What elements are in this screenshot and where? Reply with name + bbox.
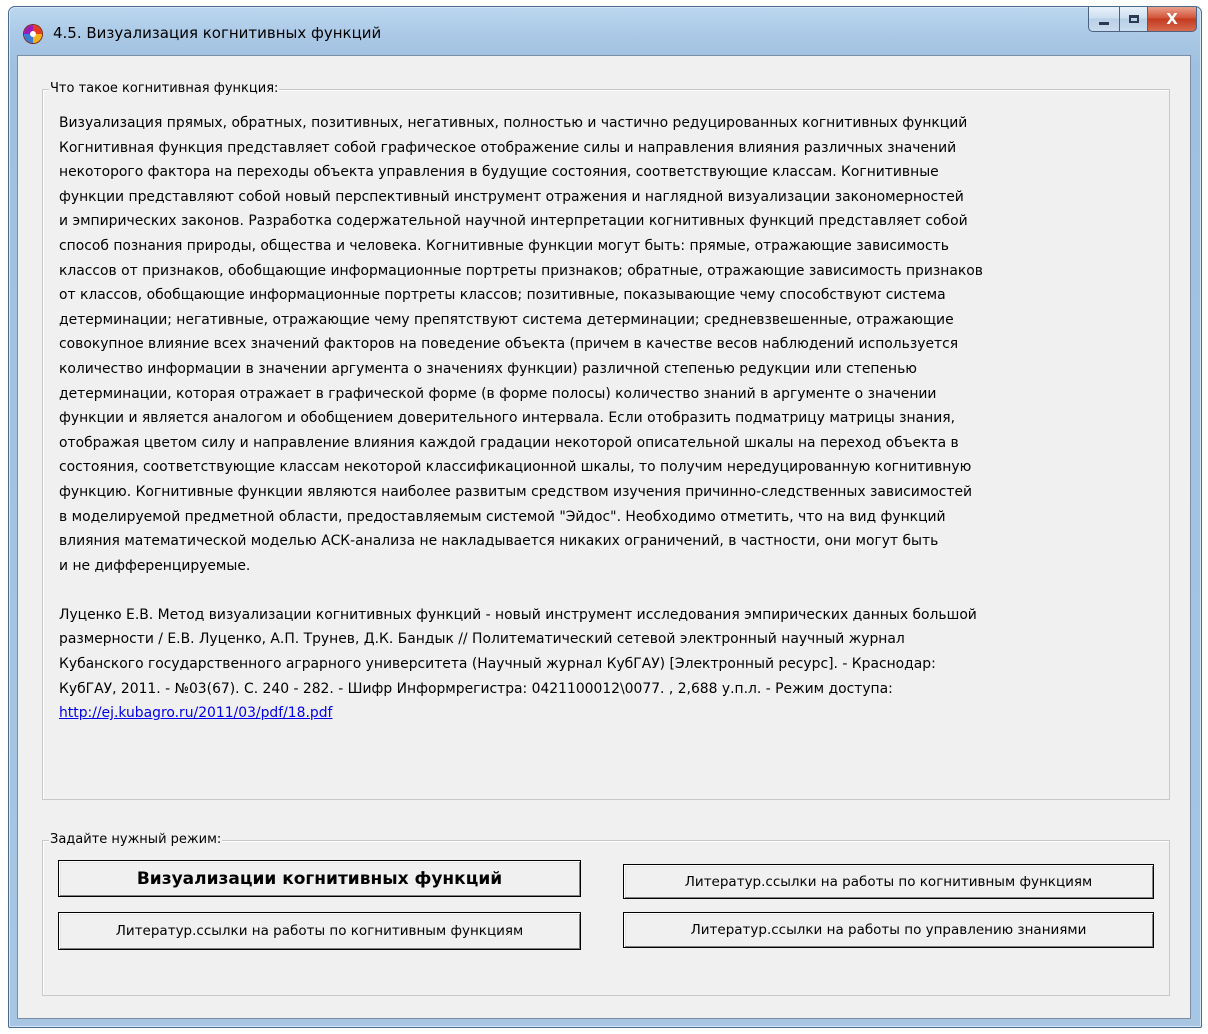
mode-group-legend: Задайте нужный режим:: [49, 832, 223, 847]
minimize-button[interactable]: [1088, 7, 1120, 32]
description-line: Визуализация прямых, обратных, позитивны…: [59, 115, 968, 131]
reference-line: размерности / Е.В. Луценко, А.П. Трунев,…: [59, 631, 905, 648]
title-bar[interactable]: 4.5. Визуализация когнитивных функций X: [9, 7, 1201, 57]
reference-line: Луценко Е.В. Метод визуализации когнитив…: [59, 606, 977, 623]
visualize-cognitive-functions-button[interactable]: Визуализации когнитивных функций: [58, 860, 581, 897]
description-line: отображая цветом силу и направление влия…: [59, 434, 959, 451]
reference-link-line: http://ej.kubagro.ru/2011/03/pdf/18.pdf: [59, 701, 1165, 726]
description-line: классов от признаков, обобщающие информа…: [59, 262, 983, 279]
description-group: Что такое когнитивная функция: Визуализа…: [42, 81, 1170, 800]
lit-refs-knowledge-management-button[interactable]: Литератур.ссылки на работы по управлению…: [623, 912, 1154, 948]
description-line: Когнитивная функция представляет собой г…: [59, 139, 957, 156]
description-line: функцию. Когнитивные функции являются на…: [59, 483, 973, 500]
description-line: способ познания природы, общества и чело…: [59, 237, 949, 254]
close-button[interactable]: X: [1148, 7, 1197, 32]
description-line: и эмпирических законов. Разработка содер…: [59, 213, 968, 230]
mode-group: Задайте нужный режим: Визуализации когни…: [42, 832, 1170, 996]
description-line: количество информации в значении аргумен…: [59, 360, 917, 377]
description-line: от классов, обобщающие информационные по…: [59, 287, 946, 304]
lit-refs-cognitive-functions-button[interactable]: Литератур.ссылки на работы по когнитивны…: [623, 864, 1154, 899]
description-line: функции представляют собой новый перспек…: [59, 188, 964, 205]
description-group-legend: Что такое когнитивная функция:: [49, 81, 280, 96]
client-area: Что такое когнитивная функция: Визуализа…: [17, 55, 1191, 1019]
description-line: некоторого фактора на переходы объекта у…: [59, 164, 939, 181]
description-line: и не дифференцируемые.: [59, 557, 251, 574]
window-title: 4.5. Визуализация когнитивных функций: [53, 24, 382, 42]
app-logo-icon[interactable]: [24, 25, 42, 43]
lit-refs-cognitive-functions-alt-button[interactable]: Литератур.ссылки на работы по когнитивны…: [58, 912, 581, 950]
description-line: влияния математической моделью АСК-анали…: [59, 533, 939, 550]
reference-line: Кубанского государственного аграрного ун…: [59, 656, 936, 673]
description-line: детерминации; негативные, отражающие чем…: [59, 311, 954, 328]
description-text: Визуализация прямых, обратных, позитивны…: [59, 111, 1165, 726]
description-line: функции и является аналогом и обобщением…: [59, 410, 956, 427]
maximize-icon: [1128, 15, 1139, 23]
description-line: состояния, соответствующие классам некот…: [59, 459, 972, 476]
maximize-button[interactable]: [1120, 7, 1148, 32]
window-controls: X: [1088, 7, 1197, 33]
app-window: 4.5. Визуализация когнитивных функций X …: [8, 6, 1202, 1028]
description-line: совокупное влияние всех значений факторо…: [59, 336, 959, 353]
description-line: детерминации, которая отражает в графиче…: [59, 385, 937, 402]
close-icon: X: [1166, 10, 1178, 28]
description-line: в моделируемой предметной области, предо…: [59, 508, 946, 525]
reference-line: КубГАУ, 2011. - №03(67). С. 240 - 282. -…: [59, 680, 893, 697]
minimize-icon: [1099, 21, 1109, 25]
reference-link[interactable]: http://ej.kubagro.ru/2011/03/pdf/18.pdf: [59, 705, 332, 721]
